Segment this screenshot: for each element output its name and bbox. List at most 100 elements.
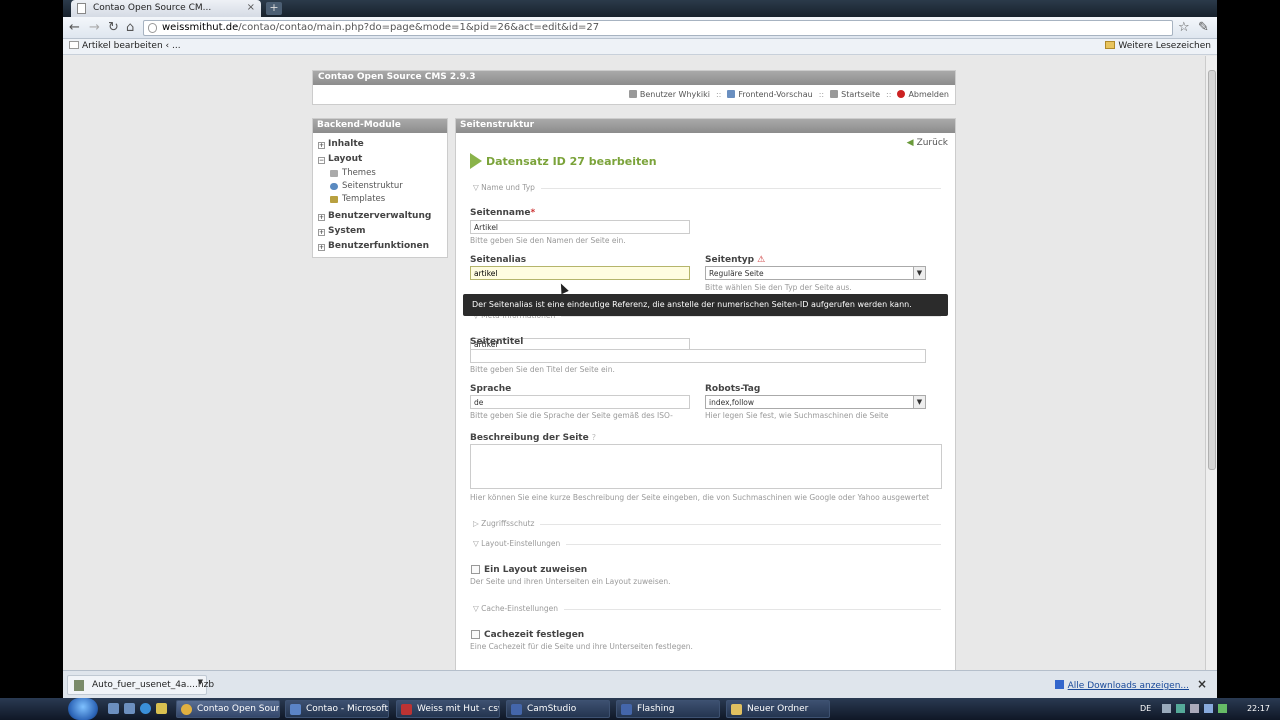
- taskbar-item[interactable]: Contao Open Source...: [176, 700, 280, 718]
- layout-checkbox-label[interactable]: Ein Layout zuweisen: [484, 565, 587, 575]
- taskbar-item[interactable]: CamStudio: [506, 700, 610, 718]
- header-nav: Benutzer Whykiki:: Frontend-Vorschau:: Sta…: [628, 90, 949, 99]
- taskbar-item[interactable]: Neuer Ordner: [726, 700, 830, 718]
- network-icon[interactable]: [1176, 704, 1185, 713]
- robots-label: Robots-Tag: [705, 384, 761, 394]
- home-icon: [830, 90, 839, 98]
- back-label: Zurück: [916, 138, 948, 148]
- seitentyp-select[interactable]: Reguläre Seite ▼: [705, 266, 926, 280]
- wrench-icon[interactable]: ✎: [1198, 20, 1209, 35]
- browser-tab[interactable]: Contao Open Source CM... ×: [71, 0, 261, 17]
- other-bookmarks-label: Weitere Lesezeichen: [1118, 41, 1211, 51]
- legend-cache[interactable]: ▽ Cache-Einstellungen: [473, 604, 941, 613]
- sidebar-item-benutzerfunktionen[interactable]: + Benutzerfunktionen: [313, 239, 447, 254]
- back-arrow-icon[interactable]: ←: [69, 20, 80, 35]
- seitenalias-input[interactable]: artikel: [470, 266, 690, 280]
- robots-value: index,follow: [709, 398, 755, 407]
- start-button[interactable]: [68, 698, 98, 720]
- volume-icon[interactable]: [1190, 704, 1199, 713]
- sidebar-subitem-seitenstruktur[interactable]: Seitenstruktur: [313, 180, 447, 193]
- page-scrollbar[interactable]: [1205, 56, 1217, 670]
- sprache-input[interactable]: de: [470, 395, 690, 409]
- help-icon: ?: [591, 433, 596, 442]
- sidebar-label: Benutzerfunktionen: [328, 241, 430, 251]
- collapse-icon[interactable]: −: [318, 157, 325, 164]
- chevron-down-icon: ▼: [913, 267, 925, 279]
- preview-icon: [727, 90, 736, 98]
- sidebar-label: System: [328, 226, 366, 236]
- quicklaunch-icon[interactable]: [156, 703, 167, 714]
- warning-icon: ⚠: [757, 255, 766, 265]
- bookmark-label: Artikel bearbeiten ‹ ...: [82, 41, 181, 51]
- beschreibung-textarea[interactable]: [470, 444, 942, 489]
- legend-label: Name und Typ: [481, 183, 538, 192]
- bookmark-item[interactable]: Artikel bearbeiten ‹ ...: [69, 41, 181, 51]
- tray-icon[interactable]: [1162, 704, 1171, 713]
- sidebar-item-system[interactable]: + System: [313, 224, 447, 239]
- home-icon[interactable]: ⌂: [126, 20, 134, 35]
- chevron-down-icon[interactable]: ▼: [198, 678, 203, 686]
- tray-icon[interactable]: [1218, 704, 1227, 713]
- seitentitel-label: Seitentitel: [470, 337, 524, 347]
- sidebar-subitem-themes[interactable]: Themes: [313, 167, 447, 180]
- taskbar-label: Weiss mit Hut - csw...: [417, 704, 499, 714]
- cache-checkbox[interactable]: [471, 630, 480, 639]
- close-icon[interactable]: ×: [1197, 677, 1207, 691]
- cms-title: Contao Open Source CMS 2.9.3: [313, 71, 955, 85]
- subitem-label: Themes: [342, 168, 376, 178]
- arrow-icon: [470, 153, 482, 169]
- seitentyp-label: Seitentyp ⚠: [705, 255, 766, 265]
- close-tab-icon[interactable]: ×: [247, 2, 255, 13]
- new-tab-button[interactable]: +: [266, 2, 282, 15]
- address-bar[interactable]: weissmithut.de/contao/contao/main.php?do…: [143, 20, 1173, 36]
- explorer-icon[interactable]: [124, 703, 135, 714]
- expand-icon[interactable]: +: [318, 142, 325, 149]
- tray-icon[interactable]: [1204, 704, 1213, 713]
- taskbar-item[interactable]: Flashing: [616, 700, 720, 718]
- sidebar-item-inhalte[interactable]: + Inhalte: [313, 137, 447, 152]
- sidebar-item-layout[interactable]: − Layout: [313, 152, 447, 167]
- star-icon[interactable]: ☆: [1178, 20, 1190, 35]
- forward-arrow-icon[interactable]: →: [89, 20, 100, 35]
- seitentyp-value: Reguläre Seite: [709, 269, 764, 278]
- logout-link[interactable]: Abmelden: [908, 90, 949, 99]
- seitentitel-input[interactable]: [470, 349, 926, 363]
- taskbar-label: Flashing: [637, 704, 675, 714]
- title-bar: Contao Open Source CM... × +: [63, 0, 1217, 17]
- scrollbar-thumb[interactable]: [1208, 70, 1216, 470]
- desktop-icon[interactable]: [108, 703, 119, 714]
- expand-icon[interactable]: +: [318, 214, 325, 221]
- seitenalias-label: Seitenalias: [470, 255, 527, 265]
- ie-icon[interactable]: [140, 703, 151, 714]
- sidebar-subitem-templates[interactable]: Templates: [313, 193, 447, 206]
- reload-icon[interactable]: ↻: [108, 20, 119, 35]
- legend-layout[interactable]: ▽ Layout-Einstellungen: [473, 539, 941, 548]
- expand-icon[interactable]: +: [318, 229, 325, 236]
- taskbar-item[interactable]: Contao - Microsoft ...: [285, 700, 389, 718]
- sidebar-item-benutzerverwaltung[interactable]: + Benutzerverwaltung: [313, 209, 447, 224]
- legend-access[interactable]: ▷ Zugriffsschutz: [473, 519, 941, 528]
- user-link[interactable]: Benutzer Whykiki: [640, 90, 710, 99]
- clock[interactable]: 22:17: [1247, 704, 1270, 713]
- main-heading: Seitenstruktur: [456, 119, 955, 133]
- show-all-downloads-link[interactable]: Alle Downloads anzeigen...: [1054, 680, 1189, 691]
- cache-checkbox-label[interactable]: Cachezeit festlegen: [484, 630, 584, 640]
- back-arrow-icon: ◀: [906, 138, 914, 148]
- back-link[interactable]: ◀ Zurück: [907, 138, 948, 148]
- seitenname-input[interactable]: Artikel: [470, 220, 690, 234]
- expand-icon[interactable]: +: [318, 244, 325, 251]
- robots-select[interactable]: index,follow ▼: [705, 395, 926, 409]
- language-indicator[interactable]: DE: [1140, 704, 1151, 713]
- sidebar-label: Benutzerverwaltung: [328, 211, 432, 221]
- taskbar-item[interactable]: Weiss mit Hut - csw...: [396, 700, 500, 718]
- legend-name-type[interactable]: ▽ Name und Typ: [473, 183, 941, 192]
- layout-checkbox[interactable]: [471, 565, 480, 574]
- other-bookmarks[interactable]: Weitere Lesezeichen: [1105, 41, 1211, 51]
- home-link[interactable]: Startseite: [841, 90, 880, 99]
- preview-link[interactable]: Frontend-Vorschau: [738, 90, 812, 99]
- tab-title: Contao Open Source CM...: [93, 3, 212, 13]
- show-all-label: Alle Downloads anzeigen...: [1067, 681, 1189, 691]
- download-item[interactable]: Auto_fuer_usenet_4a....nzb ▼: [67, 675, 214, 695]
- downloads-icon: [1054, 680, 1064, 689]
- seitentitel-help: Bitte geben Sie den Titel der Seite ein.: [470, 365, 615, 374]
